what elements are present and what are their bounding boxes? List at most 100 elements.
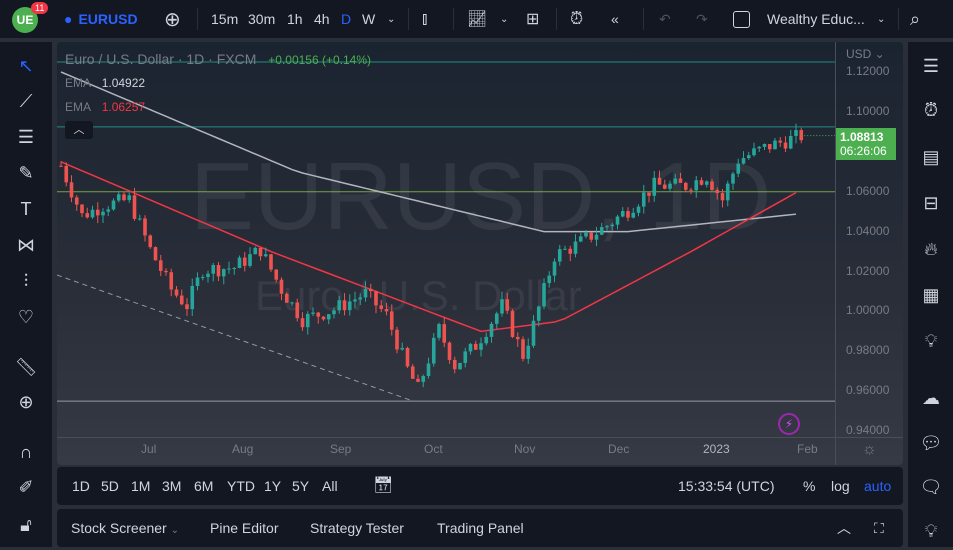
magnet-icon[interactable]: ∩ <box>13 439 39 465</box>
compare-add-icon[interactable]: ⊕ <box>164 0 181 38</box>
candle-body <box>552 261 557 276</box>
interval-1h[interactable]: 1h <box>287 0 303 38</box>
help-bulb-icon[interactable]: 💡︎ <box>918 518 944 544</box>
calendar-icon[interactable]: ▦ <box>918 282 944 308</box>
candle-body <box>668 183 672 189</box>
interval-4h[interactable]: 4h <box>314 0 330 38</box>
prediction-icon[interactable]: ⫶ <box>13 268 39 294</box>
chevron-down-icon[interactable]: ⌄ <box>387 0 395 38</box>
news-icon[interactable]: ▤ <box>918 144 944 170</box>
candle-body <box>164 270 168 273</box>
chevron-up-icon[interactable]: ︿ <box>837 509 851 547</box>
lock-drawings-icon[interactable]: ✐ <box>13 474 39 500</box>
candle-body <box>521 339 525 359</box>
range-1m[interactable]: 1M <box>131 467 150 505</box>
add-list-icon[interactable]: ⊟ <box>918 190 944 216</box>
candle-body <box>64 165 69 183</box>
clock-time[interactable]: 15:33:54 (UTC) <box>678 467 774 505</box>
pattern-icon[interactable]: ⋈ <box>13 232 39 258</box>
candle-body <box>484 336 489 344</box>
candle-body <box>269 254 273 270</box>
brush-icon[interactable]: ✎ <box>13 160 39 186</box>
candle-body <box>531 320 536 346</box>
ruler-icon[interactable]: 📏︎ <box>13 354 39 380</box>
candle-body <box>316 312 321 317</box>
candle-body <box>321 316 326 320</box>
candle-body <box>227 268 231 270</box>
chevron-down-icon[interactable]: ⌄ <box>877 0 885 38</box>
hotlist-fire-icon[interactable]: 🔥︎ <box>918 236 944 262</box>
undo-icon[interactable]: ↶ <box>659 0 671 38</box>
interval-w[interactable]: W <box>362 0 375 38</box>
text-icon[interactable]: T <box>13 196 39 222</box>
interval-d[interactable]: D <box>341 0 351 38</box>
price-tick: 0.96000 <box>846 383 890 398</box>
range-bar: 1D 5D 1M 3M 6M YTD 1Y 5Y All 📅︎ 15:33:54 (UTC) %… <box>57 467 903 505</box>
range-5y[interactable]: 5Y <box>292 467 309 505</box>
trendline-icon[interactable]: ⟋ <box>13 88 39 114</box>
log-toggle[interactable]: log <box>831 467 850 505</box>
lock-icon[interactable]: 🔓︎ <box>13 512 39 538</box>
candles-icon[interactable]: ⫾ <box>422 0 427 38</box>
tab-strategy-tester[interactable]: Strategy Tester <box>310 509 404 547</box>
chevron-down-icon[interactable]: ⌄ <box>500 0 508 38</box>
redo-icon[interactable]: ↷ <box>696 0 708 38</box>
ema-legend-1[interactable]: EMA 1.04922 <box>65 76 145 90</box>
search-icon[interactable]: ⌕ <box>910 0 920 38</box>
chat-cloud-icon[interactable]: ☁ <box>918 385 944 411</box>
candle-body <box>720 193 725 201</box>
candle-body <box>179 295 184 305</box>
indicators-icon[interactable]: 📈︎ <box>467 0 487 38</box>
ema-legend-2[interactable]: EMA 1.06257 <box>65 100 145 114</box>
range-3m[interactable]: 3M <box>162 467 181 505</box>
interval-15m[interactable]: 15m <box>211 0 238 38</box>
auto-toggle[interactable]: auto <box>864 467 891 505</box>
candle-body <box>111 200 116 210</box>
range-1d[interactable]: 1D <box>72 467 90 505</box>
tab-pine-editor[interactable]: Pine Editor <box>210 509 278 547</box>
candle-body <box>752 148 756 156</box>
settings-sun-icon[interactable]: ☼ <box>862 441 877 459</box>
range-1y[interactable]: 1Y <box>264 467 281 505</box>
zoom-icon[interactable]: ⊕ <box>13 389 39 415</box>
interval-30m[interactable]: 30m <box>248 0 275 38</box>
candle-body <box>395 329 399 350</box>
right-sidebar: ☰ ⏰︎ ▤ ⊟ 🔥︎ ▦ 💡︎ ☁ 💬︎ 🗨︎ 💡︎ <box>908 42 953 547</box>
candle-body <box>95 209 100 216</box>
ideas-bulb-icon[interactable]: 💡︎ <box>918 328 944 354</box>
candle-body <box>279 279 284 294</box>
replay-icon[interactable]: « <box>611 0 619 38</box>
candle-body <box>290 302 294 304</box>
flash-icon[interactable]: ⚡︎ <box>778 413 800 435</box>
fib-icon[interactable]: ☰ <box>13 124 39 150</box>
templates-icon[interactable]: ⊞ <box>526 0 539 38</box>
goto-date-icon[interactable]: 📅︎ <box>373 467 393 505</box>
alert-icon[interactable]: ⏰︎ <box>570 0 583 38</box>
price-axis[interactable]: USD ⌄ 1.12000 1.10000 1.06000 1.04000 1.0200… <box>835 42 903 465</box>
fullscreen-icon[interactable]: ⛶ <box>874 509 884 547</box>
candle-body <box>389 311 394 330</box>
chats-icon[interactable]: 💬︎ <box>918 430 944 456</box>
layout-checkbox-icon[interactable] <box>733 0 750 38</box>
range-all[interactable]: All <box>322 467 338 505</box>
candle-body <box>368 288 373 292</box>
tab-stock-screener[interactable]: Stock Screener ⌄ <box>71 509 179 547</box>
alarm-clock-icon[interactable]: ⏰︎ <box>918 97 944 123</box>
message-icon[interactable]: 🗨︎ <box>918 474 944 500</box>
chart-pane[interactable]: EURUSD, 1D Euro / U.S. Dollar Euro / U.S… <box>57 42 903 465</box>
range-5d[interactable]: 5D <box>101 467 119 505</box>
price-tick: 1.00000 <box>846 303 890 318</box>
layout-name[interactable]: Wealthy Educ... <box>767 0 865 38</box>
symbol-search[interactable]: ● EURUSD <box>64 0 138 38</box>
collapse-legend-button[interactable]: ︿ <box>65 121 93 139</box>
currency-dropdown[interactable]: USD ⌄ <box>846 47 885 61</box>
range-ytd[interactable]: YTD <box>227 467 255 505</box>
range-6m[interactable]: 6M <box>194 467 213 505</box>
heart-icon[interactable]: ♡ <box>13 304 39 330</box>
candle-body <box>526 345 531 359</box>
cursor-icon[interactable]: ↖ <box>13 53 39 79</box>
candle-body <box>253 247 258 255</box>
tab-trading-panel[interactable]: Trading Panel <box>437 509 524 547</box>
watchlist-icon[interactable]: ☰ <box>918 53 944 79</box>
percent-toggle[interactable]: % <box>803 467 815 505</box>
